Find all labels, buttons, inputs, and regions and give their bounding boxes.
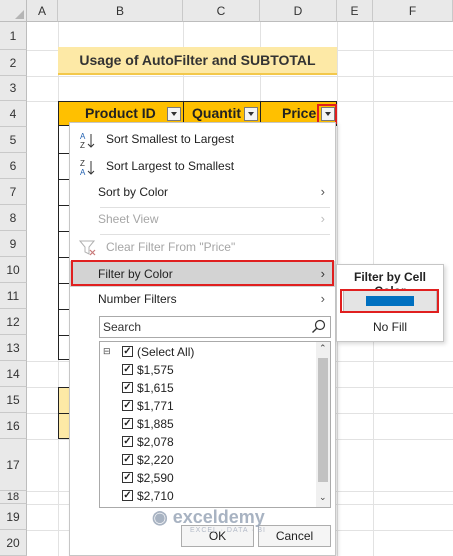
svg-text:A: A: [80, 132, 86, 141]
scrollbar-thumb[interactable]: [318, 358, 328, 482]
chevron-right-icon: ›: [320, 211, 325, 226]
row-header-3[interactable]: 3: [0, 76, 27, 101]
menu-sort-by-color-label: Sort by Color: [98, 185, 169, 199]
row-header-20[interactable]: 20: [0, 530, 27, 556]
row-header-11[interactable]: 11: [0, 283, 27, 309]
checkbox-checked[interactable]: ✓: [122, 418, 133, 429]
row-header-1[interactable]: 1: [0, 22, 27, 50]
menu-number-filters[interactable]: Number Filters ›: [70, 286, 335, 312]
row-header-17[interactable]: 17: [0, 439, 27, 491]
svg-text:A: A: [80, 168, 86, 176]
checkbox-checked[interactable]: ✓: [122, 490, 133, 501]
menu-sort-descending-label: Sort Largest to Smallest: [106, 159, 235, 173]
checkbox-checked[interactable]: ✓: [122, 364, 133, 375]
menu-sheet-view: Sheet View ›: [70, 206, 335, 232]
search-placeholder: Search: [103, 320, 142, 334]
column-header-c[interactable]: C: [183, 0, 260, 22]
sheet-title: Usage of AutoFilter and SUBTOTAL: [58, 47, 337, 75]
filter-value-list: ⊟ ✓ (Select All) ✓ $1,575 ✓ $1,615 ✓ $1,771 …: [99, 341, 331, 508]
row-header-16[interactable]: 16: [0, 413, 27, 439]
row-header-13[interactable]: 13: [0, 335, 27, 361]
column-header-a[interactable]: A: [27, 0, 58, 22]
sort-ascending-icon: AZ: [79, 131, 97, 150]
menu-sort-descending[interactable]: ZA Sort Largest to Smallest: [70, 153, 335, 179]
row-header-5[interactable]: 5: [0, 127, 27, 153]
list-scrollbar[interactable]: ⌃ ⌄: [316, 342, 330, 507]
row-header-6[interactable]: 6: [0, 153, 27, 179]
menu-sort-by-color[interactable]: Sort by Color ›: [70, 179, 335, 205]
column-header-f[interactable]: F: [373, 0, 453, 22]
menu-clear-filter-label: Clear Filter From "Price": [106, 240, 236, 254]
checkbox-checked[interactable]: ✓: [122, 346, 133, 357]
collapse-icon[interactable]: ⊟: [103, 346, 111, 357]
column-header-e[interactable]: E: [337, 0, 373, 22]
checkbox-checked[interactable]: ✓: [122, 382, 133, 393]
row-header-19[interactable]: 19: [0, 504, 27, 530]
clear-filter-icon: [78, 239, 97, 257]
select-all-corner[interactable]: [0, 0, 27, 22]
menu-number-filters-label: Number Filters: [98, 292, 177, 306]
row-header-18[interactable]: 18: [0, 491, 27, 504]
chevron-right-icon: ›: [320, 291, 325, 306]
menu-sort-ascending[interactable]: AZ Sort Smallest to Largest: [70, 126, 335, 152]
column-header-b[interactable]: B: [58, 0, 183, 22]
sort-descending-icon: ZA: [79, 158, 97, 177]
search-icon: [311, 319, 327, 341]
checkbox-checked[interactable]: ✓: [122, 400, 133, 411]
filter-search-input[interactable]: Search: [99, 316, 331, 338]
row-header-14[interactable]: 14: [0, 361, 27, 387]
filter-dropdown-quantity[interactable]: [244, 107, 258, 121]
chevron-up-icon[interactable]: ⌃: [319, 343, 327, 354]
row-header-10[interactable]: 10: [0, 257, 27, 283]
row-header-4[interactable]: 4: [0, 101, 27, 127]
menu-clear-filter: Clear Filter From "Price": [70, 234, 335, 260]
cancel-button[interactable]: Cancel: [258, 525, 331, 547]
checkbox-checked[interactable]: ✓: [122, 472, 133, 483]
watermark-logo: ◉ exceldemy: [152, 507, 265, 527]
row-header-15[interactable]: 15: [0, 387, 27, 413]
watermark-icon: ◉: [152, 507, 168, 527]
column-header-d[interactable]: D: [260, 0, 337, 22]
price-dropdown-highlight: [317, 104, 337, 124]
menu-sort-ascending-label: Sort Smallest to Largest: [106, 132, 235, 146]
checkbox-checked[interactable]: ✓: [122, 436, 133, 447]
row-header-12[interactable]: 12: [0, 309, 27, 335]
row-header-2[interactable]: 2: [0, 50, 27, 76]
svg-text:Z: Z: [80, 159, 85, 168]
row-header-9[interactable]: 9: [0, 231, 27, 257]
row-header-8[interactable]: 8: [0, 205, 27, 231]
menu-sheet-view-label: Sheet View: [98, 212, 159, 226]
svg-text:Z: Z: [80, 141, 85, 149]
filter-dropdown-product-id[interactable]: [167, 107, 181, 121]
swatch-highlight: [340, 289, 439, 313]
watermark-tagline: EXCEL · DATA · BI: [190, 527, 266, 534]
no-fill-option[interactable]: No Fill: [337, 320, 443, 334]
grid-line: [27, 76, 453, 77]
filter-by-color-highlight: [71, 260, 334, 286]
chevron-down-icon[interactable]: ⌄: [319, 492, 327, 503]
checkbox-checked[interactable]: ✓: [122, 454, 133, 465]
row-header-7[interactable]: 7: [0, 179, 27, 205]
chevron-right-icon: ›: [320, 184, 325, 199]
